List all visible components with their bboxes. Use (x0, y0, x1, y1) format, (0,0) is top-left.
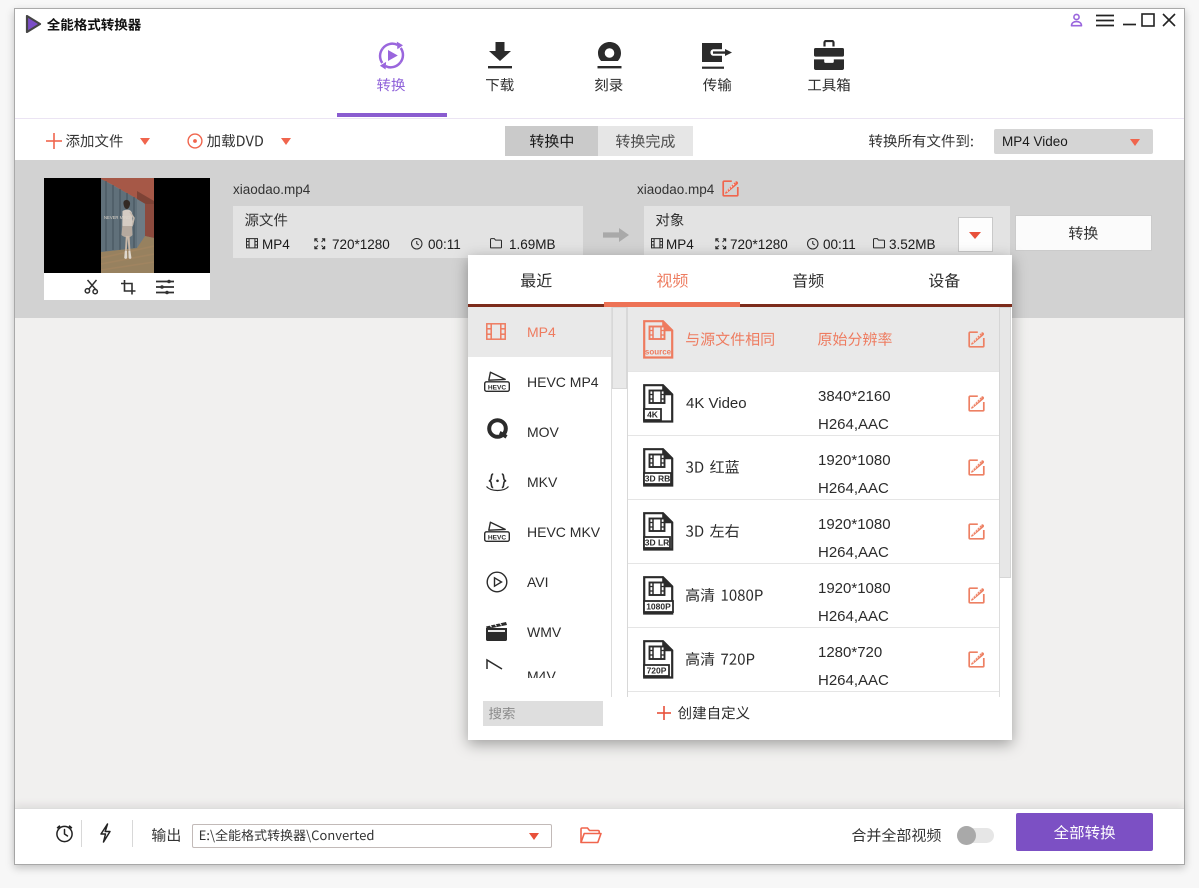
svg-text:HEVC: HEVC (488, 534, 507, 541)
svg-text:3D RB: 3D RB (645, 474, 671, 484)
svg-text:4K: 4K (647, 410, 659, 420)
svg-text:3D LR: 3D LR (645, 538, 670, 548)
svg-text:source: source (645, 348, 672, 357)
svg-text:1080P: 1080P (646, 602, 671, 612)
svg-text:720P: 720P (647, 666, 667, 676)
svg-text:HEVC: HEVC (488, 384, 507, 391)
svg-text:NEVER MIND: NEVER MIND (104, 215, 130, 220)
